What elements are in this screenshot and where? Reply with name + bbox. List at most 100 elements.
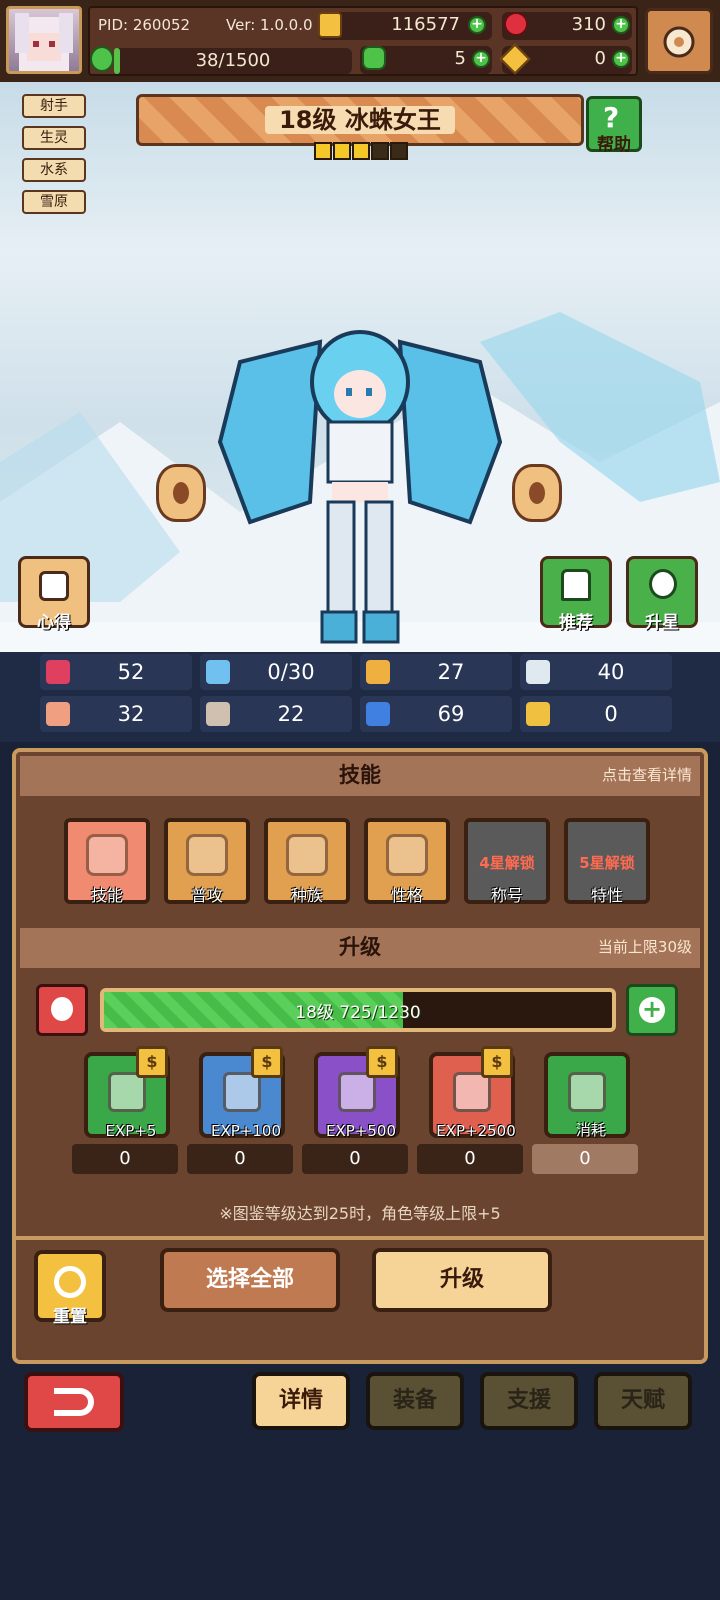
skill-glyph-icon — [86, 834, 128, 876]
add-clover-button[interactable]: + — [472, 50, 490, 68]
star-icon — [371, 142, 389, 160]
tab-0[interactable]: 详情 — [252, 1372, 350, 1430]
exp-item-count[interactable]: 0 — [417, 1144, 523, 1174]
unlock-requirement: 5星解锁 — [579, 854, 635, 872]
stat-value: 40 — [597, 660, 625, 684]
skills-title: 技能 — [339, 763, 381, 787]
tab-2[interactable]: 支援 — [480, 1372, 578, 1430]
xp-progress-bar: 18级 725/1230 — [100, 988, 616, 1032]
reset-label: 重置 — [53, 1307, 87, 1327]
notes-label: 心得 — [37, 613, 71, 633]
tab-1[interactable]: 装备 — [366, 1372, 464, 1430]
skills-hint[interactable]: 点击查看详情 — [602, 756, 692, 794]
stat-box: 0 — [520, 696, 672, 732]
skill-slot-0[interactable]: 技能 — [64, 818, 150, 905]
settings-button[interactable] — [645, 8, 713, 74]
book-icon — [206, 702, 230, 726]
level-cap-note: ※图鉴等级达到25时，角色等级上限+5 — [219, 1204, 501, 1223]
clover-value: 5 — [454, 48, 466, 69]
tab-3[interactable]: 天赋 — [594, 1372, 692, 1430]
skill-slot-4[interactable]: 4星解锁称号 — [464, 818, 550, 905]
wing-icon — [526, 660, 550, 684]
version-label: Ver: 1.0.0.0 — [226, 16, 313, 34]
star-rating — [314, 142, 410, 164]
gold-coin-icon — [318, 12, 342, 38]
skill-slot-5[interactable]: 5星解锁特性 — [564, 818, 650, 905]
tag-element: 水系 — [22, 158, 86, 182]
exp-item-count[interactable]: 0 — [187, 1144, 293, 1174]
hero-name: 18级 冰蛛女王 — [265, 106, 455, 134]
player-id: PID: 260052 — [98, 16, 191, 34]
chevron-left-icon — [173, 482, 189, 504]
stat-box: 69 — [360, 696, 512, 732]
exp-item-label: EXP+100 — [211, 1122, 281, 1140]
skill-glyph-icon — [386, 834, 428, 876]
stat-value: 22 — [277, 702, 305, 726]
clover-icon — [362, 46, 386, 70]
skill-slot-2[interactable]: 种族 — [264, 818, 350, 905]
exp-item-count[interactable]: 0 — [72, 1144, 178, 1174]
upgrade-header: 升级 当前上限30级 — [20, 928, 700, 968]
increase-button[interactable]: + — [626, 984, 678, 1036]
stat-value: 0 — [604, 702, 618, 726]
coin-cost-icon: $ — [251, 1046, 283, 1078]
player-avatar[interactable] — [6, 6, 82, 74]
select-all-button[interactable]: 选择全部 — [160, 1248, 340, 1312]
stat-box: 0/30 — [200, 654, 352, 690]
skill-slot-label: 技能 — [90, 886, 123, 905]
skill-slot-3[interactable]: 性格 — [364, 818, 450, 905]
skill-slot-label: 称号 — [490, 886, 523, 905]
key-value: 0 — [594, 48, 606, 69]
thumbs-up-icon — [561, 569, 591, 601]
stat-value: 27 — [437, 660, 465, 684]
exp-item-count[interactable]: 0 — [302, 1144, 408, 1174]
level-cap-hint: 当前上限30级 — [597, 938, 692, 956]
stamina-value: 38/1500 — [195, 50, 271, 71]
hero-detail-panel: 技能 点击查看详情 技能 普攻 种族 性格 4星解锁 称号 5星解锁 特性 升级 当前上限30… — [12, 748, 708, 1364]
coin-cost-icon: $ — [136, 1046, 168, 1078]
ruby-gem-icon — [504, 12, 528, 36]
skills-header: 技能 点击查看详情 — [20, 756, 700, 796]
upgrade-button[interactable]: 升级 — [372, 1248, 552, 1312]
exp-item-count[interactable]: 0 — [532, 1144, 638, 1174]
tag-habitat: 雪原 — [22, 190, 86, 214]
reset-cycle-icon — [54, 1266, 86, 1298]
add-gem-button[interactable]: + — [612, 16, 630, 34]
exp-material-icon — [108, 1072, 146, 1112]
heart-icon — [46, 660, 70, 684]
prev-hero-button[interactable] — [156, 464, 206, 522]
exp-material-icon — [223, 1072, 261, 1112]
decrease-button[interactable] — [36, 984, 88, 1036]
skill-slot-1[interactable]: 普攻 — [164, 818, 250, 905]
exp-material-icon — [338, 1072, 376, 1112]
clover-stamina-icon — [90, 46, 114, 72]
horseshoe-icon — [526, 702, 550, 726]
skill-slot-label: 性格 — [390, 886, 423, 905]
tag-class: 射手 — [22, 94, 86, 118]
skill-slot-label: 种族 — [290, 886, 323, 905]
divider — [16, 1236, 704, 1240]
unlock-requirement: 4星解锁 — [479, 854, 535, 872]
stat-box: 22 — [200, 696, 352, 732]
next-hero-button[interactable] — [512, 464, 562, 522]
gear-icon — [663, 26, 695, 58]
water-drop-icon — [206, 660, 230, 684]
back-button[interactable] — [24, 1372, 124, 1432]
shield-icon — [366, 660, 390, 684]
exp-item-label: 消耗 — [575, 1121, 606, 1139]
stat-value: 32 — [117, 702, 145, 726]
exp-item-4[interactable]: 消耗 — [544, 1052, 630, 1139]
tag-type: 生灵 — [22, 126, 86, 150]
skill-glyph-icon — [286, 834, 328, 876]
add-gold-button[interactable]: + — [468, 16, 486, 34]
help-label: 帮助 — [597, 135, 631, 155]
top-status-bar: PID: 260052 Ver: 1.0.0.0 116577 + 310 + … — [0, 0, 720, 82]
star-icon — [390, 142, 408, 160]
add-key-button[interactable]: + — [612, 50, 630, 68]
stat-box: 40 — [520, 654, 672, 690]
exp-material-icon — [453, 1072, 491, 1112]
notebook-icon — [39, 571, 69, 601]
exp-item-label: EXP+500 — [326, 1122, 396, 1140]
coin-cost-icon: $ — [481, 1046, 513, 1078]
skill-slot-label: 特性 — [590, 886, 623, 905]
